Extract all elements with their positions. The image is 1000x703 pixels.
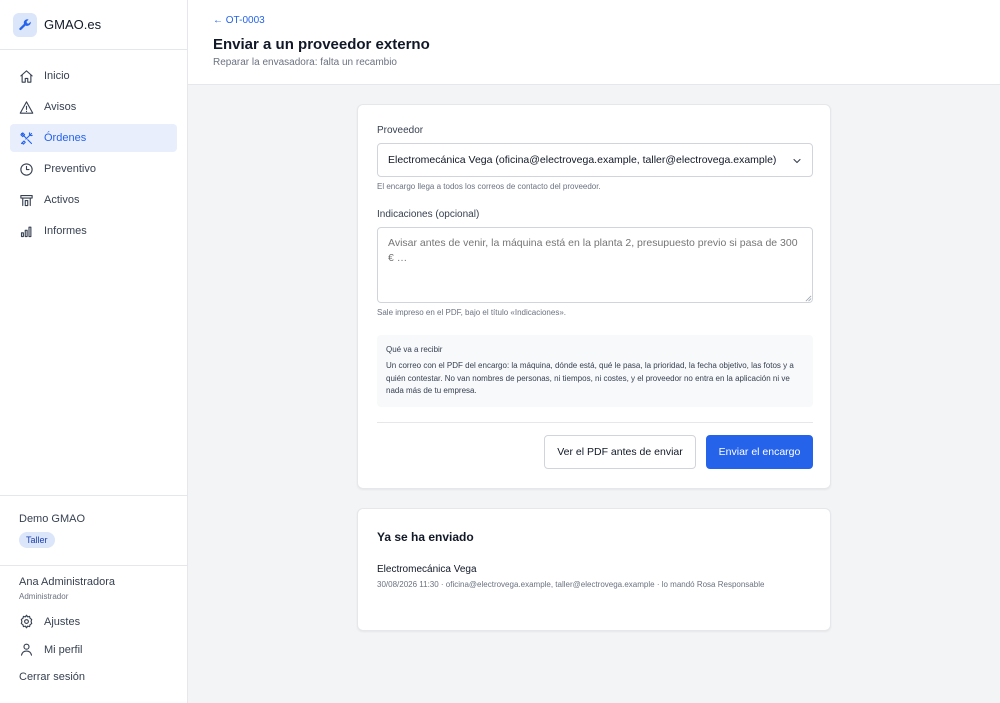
sent-provider-name: Electromecánica Vega (377, 564, 477, 575)
notes-help: Sale impreso en el PDF, bajo el título «… (377, 308, 566, 317)
user-panel: Ana Administradora Administrador Ajustes… (0, 566, 187, 685)
sidebar-item-label: Informes (44, 225, 87, 237)
provider-select[interactable]: Electromecánica Vega (oficina@electroveg… (377, 143, 813, 177)
asset-icon (20, 194, 33, 206)
provider-help: El encargo llega a todos los correos de … (377, 182, 601, 191)
gear-icon (20, 614, 33, 629)
resize-grip-icon[interactable] (805, 295, 812, 302)
wrench-icon (13, 12, 37, 37)
notes-textarea[interactable] (377, 227, 813, 303)
sidebar-item-inicio[interactable]: Inicio (10, 62, 177, 90)
sent-meta: 30/08/2026 11:30 · oficina@electrovega.e… (377, 580, 765, 589)
info-title: Qué va a recibir (386, 345, 443, 354)
preview-pdf-button[interactable]: Ver el PDF antes de enviar (544, 435, 696, 469)
profile-link[interactable]: Mi perfil (19, 642, 187, 657)
info-text: Un correo con el PDF del encargo: la máq… (386, 361, 794, 395)
settings-link[interactable]: Ajustes (19, 614, 187, 629)
logout-link[interactable]: Cerrar sesión (19, 671, 85, 683)
sidebar-item-ordenes[interactable]: Órdenes (10, 124, 177, 152)
brand[interactable]: GMAO.es (0, 0, 187, 50)
org-badge: Taller (19, 532, 55, 548)
page-subtitle: Reparar la envasadora: falta un recambio (213, 57, 397, 68)
sidebar-item-informes[interactable]: Informes (10, 217, 177, 245)
app-name: GMAO.es (44, 17, 102, 32)
sidebar-item-label: Avisos (44, 101, 77, 113)
sent-title: Ya se ha enviado (377, 530, 474, 544)
settings-label: Ajustes (44, 615, 81, 628)
profile-label: Mi perfil (44, 643, 83, 656)
send-order-button[interactable]: Enviar el encargo (706, 435, 813, 469)
main-nav: Inicio Avisos Órdenes Preventivo Activos… (0, 50, 187, 245)
org-name: Demo GMAO (19, 513, 86, 525)
sidebar-item-label: Órdenes (44, 132, 87, 144)
warning-icon (19, 100, 34, 114)
info-box: Qué va a recibir Un correo con el PDF de… (377, 335, 813, 407)
user-name: Ana Administradora (19, 576, 115, 588)
home-icon (20, 69, 33, 83)
user-role: Administrador (19, 592, 69, 601)
provider-selected-value: Electromecánica Vega (oficina@electroveg… (388, 154, 777, 166)
chart-icon (20, 226, 32, 237)
organization: Demo GMAO Taller (0, 496, 187, 566)
back-link[interactable]: ← OT-0003 (213, 15, 265, 26)
sidebar-item-label: Preventivo (44, 163, 96, 175)
tools-icon (20, 131, 33, 145)
chevron-down-icon (793, 158, 801, 164)
provider-label: Proveedor (377, 125, 424, 136)
notes-label: Indicaciones (opcional) (377, 209, 480, 220)
user-icon (20, 643, 33, 656)
sidebar-item-label: Activos (44, 194, 80, 206)
divider (377, 422, 813, 423)
sidebar-item-avisos[interactable]: Avisos (10, 93, 177, 121)
sidebar-item-label: Inicio (44, 70, 70, 82)
sidebar-footer: Demo GMAO Taller Ana Administradora Admi… (0, 495, 187, 685)
page-header: ← OT-0003 Enviar a un proveedor externo … (188, 0, 1000, 85)
page-title: Enviar a un proveedor externo (213, 36, 430, 53)
sidebar-item-preventivo[interactable]: Preventivo (10, 155, 177, 183)
sent-history-card: Ya se ha enviado Electromecánica Vega 30… (357, 508, 831, 631)
sidebar-item-activos[interactable]: Activos (10, 186, 177, 214)
clock-icon (20, 162, 33, 176)
sidebar: GMAO.es Inicio Avisos Órdenes Preventivo… (0, 0, 188, 703)
send-form-card: Proveedor Electromecánica Vega (oficina@… (357, 104, 831, 489)
